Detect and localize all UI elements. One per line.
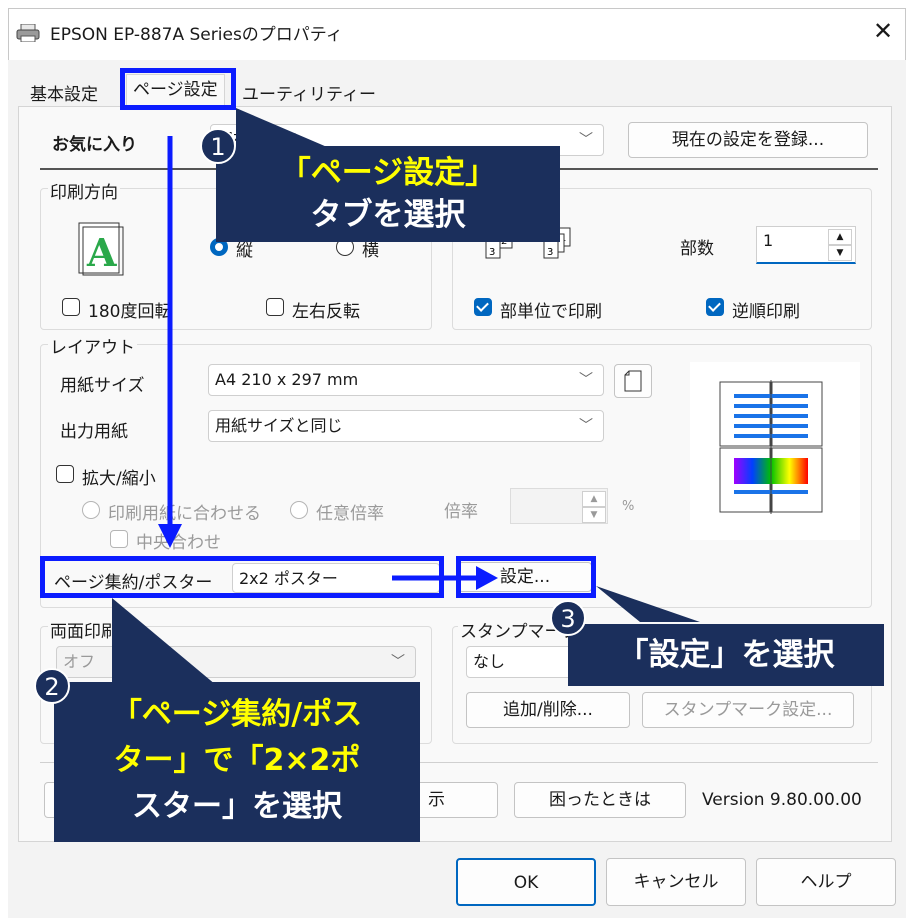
center-checkbox[interactable] bbox=[110, 530, 128, 548]
mirror-label: 左右反転 bbox=[292, 302, 360, 322]
custom-scale-label: 任意倍率 bbox=[316, 504, 384, 524]
scale-checkbox[interactable] bbox=[56, 465, 74, 483]
document-a-icon: A bbox=[78, 222, 124, 276]
step2-badge: 2 bbox=[34, 668, 70, 704]
step2-line3: スター」を選択 bbox=[132, 789, 342, 824]
step1-line1: 「ページ設定」 bbox=[279, 155, 497, 191]
step3-badge: 3 bbox=[550, 600, 586, 636]
trouble-button[interactable]: 困ったときは bbox=[514, 782, 686, 818]
fit-page-radio[interactable] bbox=[82, 501, 100, 519]
printer-icon bbox=[16, 24, 40, 42]
help-button[interactable]: ヘルプ bbox=[756, 858, 896, 906]
cancel-button[interactable]: キャンセル bbox=[606, 858, 746, 906]
step1-badge: 1 bbox=[200, 128, 236, 164]
rotate180-checkbox[interactable] bbox=[62, 298, 80, 316]
reverse-checkbox[interactable] bbox=[706, 298, 724, 316]
svg-text:A: A bbox=[86, 230, 117, 275]
output-paper-select[interactable]: 用紙サイズと同じ ﹀ bbox=[208, 410, 604, 442]
window-title: EPSON EP-887A Seriesのプロパティ bbox=[50, 25, 343, 45]
step1-callout: 「ページ設定」 タブを選択 bbox=[216, 146, 560, 242]
poster-preview-image bbox=[719, 380, 823, 514]
collate-label: 部単位で印刷 bbox=[500, 302, 602, 322]
step2-callout: 「ページ集約/ポス ター」で「2×2ポ スター」を選択 bbox=[54, 682, 420, 842]
fit-page-label: 印刷用紙に合わせる bbox=[108, 504, 261, 524]
ratio-down-icon[interactable]: ▼ bbox=[582, 507, 606, 523]
copies-up-icon[interactable]: ▲ bbox=[828, 229, 852, 245]
stamp-settings-button[interactable]: スタンプマーク設定... bbox=[642, 692, 854, 728]
svg-text:3: 3 bbox=[547, 247, 553, 258]
step2-line1: 「ページ集約/ポス bbox=[111, 697, 363, 732]
layout-label: レイアウト bbox=[48, 333, 137, 358]
percent-label: % bbox=[622, 499, 635, 514]
mirror-checkbox[interactable] bbox=[266, 298, 284, 316]
copies-label: 部数 bbox=[680, 239, 714, 259]
step3-callout: 「設定」を選択 bbox=[568, 624, 884, 686]
reverse-label: 逆順印刷 bbox=[732, 302, 800, 322]
step1-line2: タブを選択 bbox=[310, 197, 466, 233]
copies-down-icon[interactable]: ▼ bbox=[828, 245, 852, 261]
page-orientation-button[interactable] bbox=[614, 364, 652, 398]
duplex-select[interactable]: オフ ﹀ bbox=[56, 646, 416, 678]
svg-text:3: 3 bbox=[489, 247, 495, 258]
step2-line2: ター」で「2×2ポ bbox=[113, 743, 361, 778]
custom-scale-radio[interactable] bbox=[290, 501, 308, 519]
ok-button[interactable]: OK bbox=[456, 858, 596, 906]
favorites-label: お気に入り bbox=[52, 135, 137, 155]
center-label: 中央合わせ bbox=[136, 533, 221, 553]
settings-highlight-box bbox=[456, 556, 596, 598]
register-settings-button[interactable]: 現在の設定を登録... bbox=[628, 122, 868, 158]
poster-preview bbox=[690, 362, 860, 540]
scale-label: 拡大/縮小 bbox=[82, 469, 156, 489]
stamp-add-remove-button[interactable]: 追加/削除... bbox=[466, 692, 630, 728]
output-paper-label: 出力用紙 bbox=[60, 422, 128, 442]
paper-size-label: 用紙サイズ bbox=[60, 376, 145, 396]
rotate180-label: 180度回転 bbox=[88, 302, 172, 322]
ratio-up-icon[interactable]: ▲ bbox=[582, 491, 606, 507]
orientation-label: 印刷方向 bbox=[48, 178, 120, 203]
tab-highlight-box bbox=[120, 68, 236, 110]
version-text: Version 9.80.00.00 bbox=[702, 790, 862, 810]
duplex-label: 両面印刷 bbox=[48, 617, 120, 642]
close-icon[interactable]: ✕ bbox=[868, 16, 898, 46]
ratio-label: 倍率 bbox=[444, 502, 478, 522]
multipage-highlight-box bbox=[40, 556, 444, 598]
collate-checkbox[interactable] bbox=[474, 298, 492, 316]
page-icon bbox=[624, 370, 642, 392]
paper-size-select[interactable]: A4 210 x 297 mm ﹀ bbox=[208, 364, 604, 396]
